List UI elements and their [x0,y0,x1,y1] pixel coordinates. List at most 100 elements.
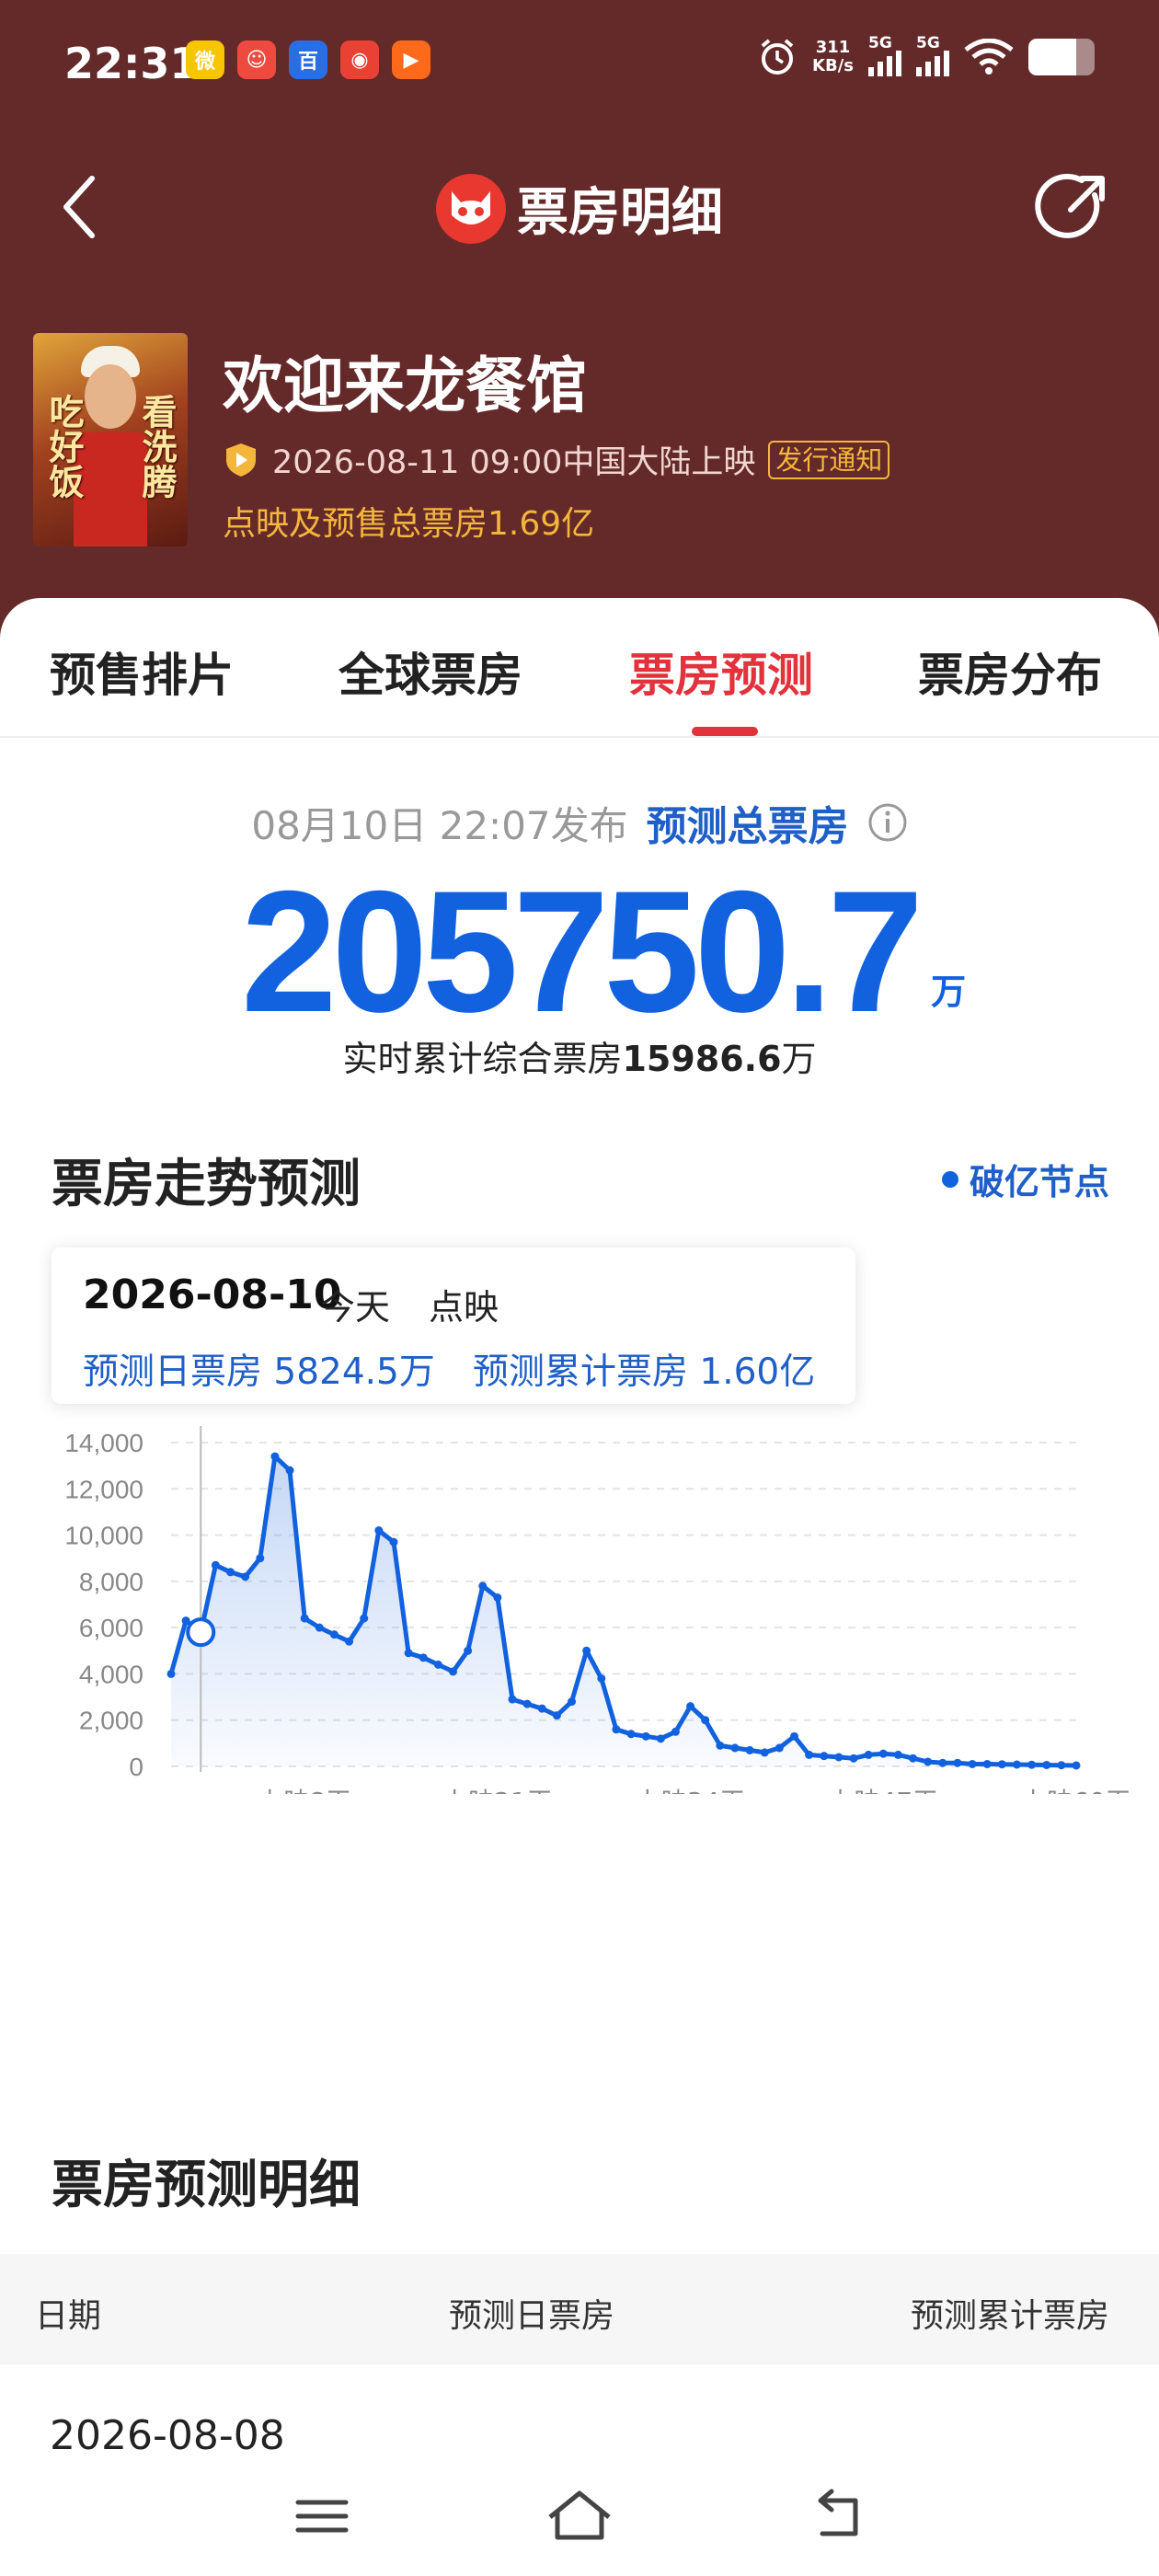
data-point [1027,1760,1037,1769]
data-point [701,1716,710,1725]
data-point [730,1743,740,1753]
data-point [256,1554,265,1563]
data-point [389,1537,398,1547]
data-point [982,1759,992,1768]
back-nav-icon[interactable] [800,2484,874,2548]
data-point [300,1614,309,1623]
tooltip-today: 今天 [320,1287,391,1328]
net-speed: 311 KB/s [812,38,854,75]
col-header-daily: 预测日票房 [449,2297,615,2335]
legend-dot [941,1170,958,1188]
tab-box-office-forecast[interactable]: 票房预测 [629,638,813,705]
data-point [864,1750,873,1759]
release-info: 2026-08-11 09:00中国大陆上映 发行通知 [223,436,890,483]
movie-poster[interactable]: 吃好饭 看洗腾 [33,333,188,546]
data-point [968,1759,977,1768]
data-point [878,1749,888,1758]
info-icon[interactable] [867,802,908,843]
tab-box-office-distribution[interactable]: 票房分布 [918,638,1102,705]
y-tick-label: 0 [129,1753,143,1781]
data-point [597,1673,606,1683]
predicted-total-label: 预测总票房 [646,803,849,850]
data-point [790,1731,799,1741]
content-card: 预售排片 全球票房 票房预测 票房分布 08月10日 22:07发布 预测总票房… [0,598,1159,2576]
baidu-icon: 百 [289,40,327,79]
data-point [419,1653,428,1662]
signal-2-icon: 5G [916,34,949,76]
tab-bar: 预售排片 全球票房 票房预测 票房分布 [0,598,1159,738]
trend-section-title: 票房走势预测 [52,1155,361,1214]
game-app-icon: ◉ [340,40,379,79]
tooltip-type: 点映 [429,1287,499,1328]
data-point [1072,1761,1081,1770]
data-point [582,1646,591,1655]
data-point [493,1593,502,1602]
data-point [938,1758,947,1767]
data-point [612,1725,621,1734]
predicted-total: 205750.7 万 [241,865,966,1038]
maoyan-cat-icon [436,173,506,244]
data-point [834,1753,843,1762]
x-tick-label: 上映34天 [636,1787,746,1794]
status-bar: 22:31 微 ☺ 百 ◉ ▶ 311 KB/s 5G 5G [0,0,1159,120]
status-icons: 311 KB/s 5G 5G [757,34,1095,77]
data-point [997,1760,1006,1769]
x-tick-label: 上映47天 [828,1787,938,1794]
movie-info: 吃好饭 看洗腾 欢迎来龙餐馆 2026-08-11 09:00中国大陆上映 发行… [33,333,1137,546]
notification-icons: 微 ☺ 百 ◉ ▶ [186,40,430,79]
battery-icon [1028,39,1095,75]
data-point [522,1699,532,1708]
data-point [345,1637,354,1646]
y-tick-label: 8,000 [79,1568,143,1596]
legend-breakthrough-node: 破亿节点 [941,1154,1109,1204]
tab-presale-schedule[interactable]: 预售排片 [50,638,234,705]
data-point [285,1466,294,1475]
wifi-icon [964,39,1014,75]
data-point [374,1526,384,1535]
chart-tooltip: 2026-08-10 今天 点映 预测日票房 5824.5万 预测累计票房 1.… [52,1248,855,1404]
data-point [820,1752,829,1761]
col-header-cumulative: 预测累计票房 [910,2297,1109,2335]
y-tick-label: 6,000 [79,1614,143,1642]
movie-title: 欢迎来龙餐馆 [223,351,587,421]
highlighted-point[interactable] [186,1617,216,1648]
data-point [953,1758,962,1767]
data-point [478,1581,488,1591]
data-point [448,1667,457,1676]
data-point [315,1623,324,1632]
signal-1-icon: 5G [868,34,901,76]
nav-title: 票房明细 [0,171,1159,246]
tooltip-daily-forecast: 预测日票房 5824.5万 [83,1351,435,1393]
share-button[interactable] [1034,169,1111,247]
weibo-icon: 微 [186,40,224,79]
page-title: 票房明细 [517,183,723,243]
poster-text-left: 吃好饭 [43,394,85,499]
poster-text-right: 看洗腾 [136,394,178,499]
data-point [656,1734,665,1743]
data-point [464,1646,473,1655]
table-row-date: 2026-08-08 [50,2412,285,2459]
box-office-trend-chart[interactable]: 14,00012,00010,0008,0006,0004,0002,0000 … [0,1426,1159,1794]
data-point [805,1750,814,1759]
data-point [404,1649,413,1658]
publish-time: 08月10日 22:07发布 [251,802,628,848]
data-point [760,1748,769,1757]
data-point [433,1660,442,1669]
home-icon[interactable] [543,2484,616,2548]
tab-global-box-office[interactable]: 全球票房 [339,638,522,705]
y-tick-label: 2,000 [79,1707,143,1735]
data-point [226,1568,235,1577]
data-point [909,1754,918,1763]
system-nav-bar [0,2456,1159,2576]
release-date: 2026-08-11 09:00中国大陆上映 [272,444,756,481]
menu-icon[interactable] [285,2484,359,2548]
y-tick-label: 4,000 [79,1660,143,1688]
release-notice-badge[interactable]: 发行通知 [768,440,890,479]
data-point [537,1704,546,1713]
data-point [568,1697,577,1707]
x-tick-label: 上映8天 [258,1787,351,1794]
data-point [641,1731,650,1741]
nav-bar: 票房明细 [0,147,1159,267]
data-point [716,1741,725,1750]
presale-total: 点映及预售总票房1.69亿 [223,505,595,543]
